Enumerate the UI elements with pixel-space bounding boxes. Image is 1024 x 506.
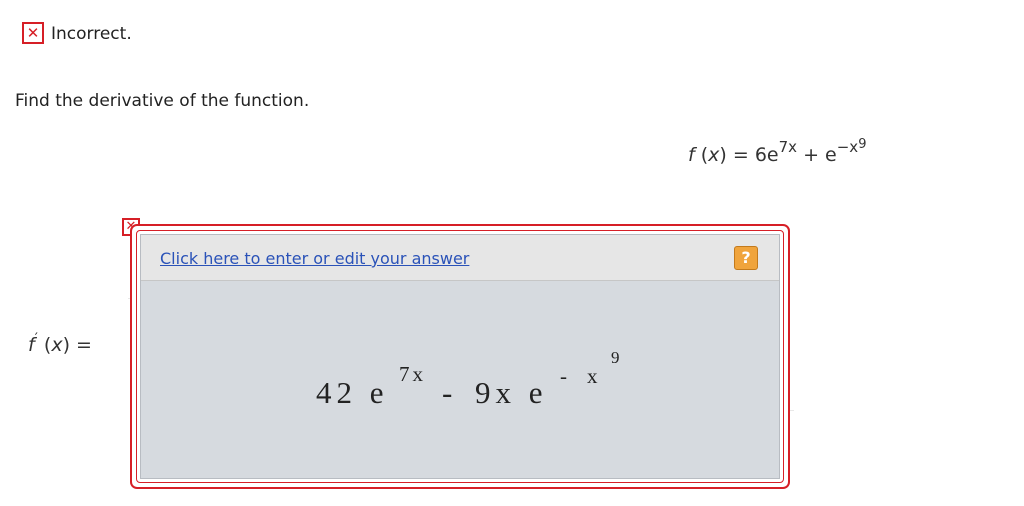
function-exponent-1: 7x xyxy=(778,138,798,156)
answer-minus: - xyxy=(442,375,458,410)
derivative-name: f xyxy=(28,334,35,356)
answer-exponent-2-sign: - xyxy=(560,364,570,388)
incorrect-icon: ✕ xyxy=(22,22,44,44)
answer-term-1: 42 e xyxy=(316,375,389,410)
answer-term-2: 9x e xyxy=(475,375,548,410)
answer-box-inner: Click here to enter or edit your answer … xyxy=(136,230,784,483)
function-name: f xyxy=(688,144,695,166)
function-close: ) = 6e xyxy=(719,144,779,166)
question-prompt: Find the derivative of the function. xyxy=(15,91,310,111)
function-exponent-2-power: 9 xyxy=(858,137,867,152)
edit-answer-link[interactable]: Click here to enter or edit your answer xyxy=(160,249,469,268)
derivative-open: ( xyxy=(37,334,52,356)
function-open: ( xyxy=(694,144,709,166)
answer-exponent-2-variable: x xyxy=(587,364,601,388)
function-variable: x xyxy=(708,144,720,166)
derivative-variable: x xyxy=(51,334,63,356)
divider xyxy=(790,410,794,411)
answer-panel[interactable]: Click here to enter or edit your answer … xyxy=(140,234,780,479)
function-exponent-2: −x xyxy=(836,138,859,156)
function-plus: + e xyxy=(797,144,837,166)
help-button[interactable]: ? xyxy=(734,246,758,270)
answer-toolbar: Click here to enter or edit your answer … xyxy=(141,235,779,281)
derivative-prime: ′ xyxy=(34,331,38,347)
answer-exponent-1: 7x xyxy=(399,362,426,386)
derivative-label: f′ (x) = xyxy=(28,331,92,359)
status-text: Incorrect. xyxy=(51,24,132,44)
answer-exponent-2-power: 9 xyxy=(611,348,620,367)
question-mark-icon: ? xyxy=(741,248,751,267)
derivative-close: ) = xyxy=(62,334,92,356)
function-expression: f (x) = 6e7x + e−x9 xyxy=(688,137,866,170)
answer-box[interactable]: Click here to enter or edit your answer … xyxy=(130,224,790,489)
